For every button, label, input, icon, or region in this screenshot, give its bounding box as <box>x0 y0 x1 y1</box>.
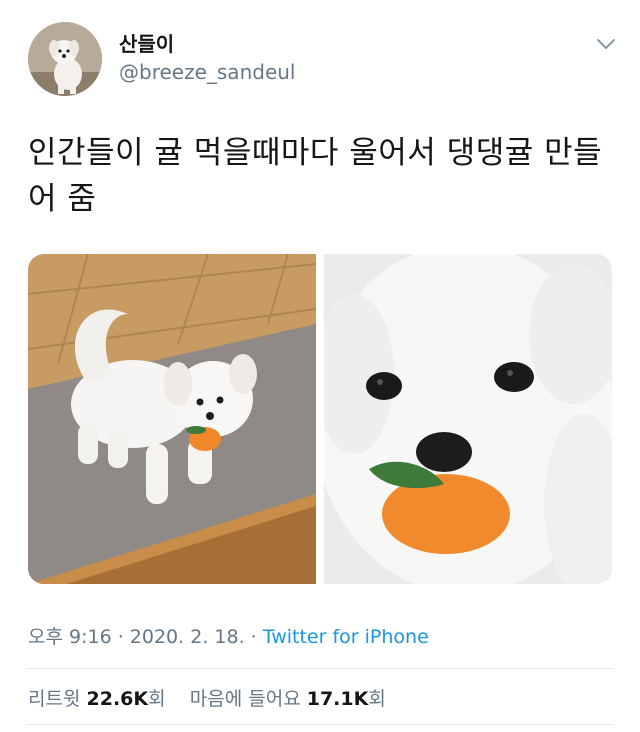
photo-dog-standing-with-toy[interactable] <box>28 254 316 584</box>
divider <box>28 668 612 669</box>
likes-stat[interactable]: 마음에 들어요 17.1K회 <box>190 688 386 710</box>
tweet-card: 산들이 @breeze_sandeul 인간들이 귤 먹을때마다 울어서 댕댕귤… <box>0 0 640 732</box>
avatar[interactable] <box>28 22 102 96</box>
tweet-metadata: 오후 9:16 · 2020. 2. 18. · Twitter for iPh… <box>28 622 429 649</box>
likes-suffix: 회 <box>368 688 386 710</box>
separator: · <box>111 626 130 648</box>
retweets-label: 리트윗 <box>28 688 81 710</box>
tweet-time[interactable]: 오후 9:16 <box>28 626 112 648</box>
dog-avatar-icon <box>28 22 102 96</box>
tweet-text: 인간들이 귤 먹을때마다 울어서 댕댕귤 만들어 줌 <box>28 135 603 217</box>
tweet-stats: 리트윗 22.6K회 마음에 들어요 17.1K회 <box>28 684 386 711</box>
separator: · <box>244 626 263 648</box>
photo-dog-closeup-with-toy[interactable] <box>324 254 612 584</box>
tweet-date[interactable]: 2020. 2. 18. <box>130 626 245 648</box>
likes-count: 17.1K <box>306 688 369 710</box>
more-options-button[interactable] <box>592 30 620 58</box>
tweet-source-link[interactable]: Twitter for iPhone <box>263 626 429 648</box>
display-name[interactable]: 산들이 <box>119 28 174 57</box>
retweets-stat[interactable]: 리트윗 22.6K회 <box>28 688 172 710</box>
retweets-suffix: 회 <box>148 688 166 710</box>
dog-closeup-image <box>324 254 612 584</box>
dog-standing-image <box>28 254 316 584</box>
chevron-down-icon <box>597 39 615 49</box>
likes-label: 마음에 들어요 <box>189 688 301 710</box>
user-handle[interactable]: @breeze_sandeul <box>119 60 295 84</box>
retweets-count: 22.6K <box>86 688 149 710</box>
divider <box>28 724 612 725</box>
